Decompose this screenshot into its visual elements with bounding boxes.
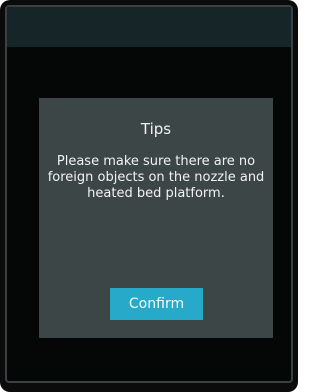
confirm-button[interactable]: Confirm xyxy=(110,288,203,320)
dialog-title: Tips xyxy=(140,120,172,138)
touch-screen: Tips Please make sure there are no forei… xyxy=(5,5,293,383)
top-status-bar xyxy=(7,7,291,47)
tips-dialog: Tips Please make sure there are no forei… xyxy=(39,98,273,338)
device-frame: Tips Please make sure there are no forei… xyxy=(0,0,298,392)
dialog-message: Please make sure there are no foreign ob… xyxy=(47,154,265,201)
